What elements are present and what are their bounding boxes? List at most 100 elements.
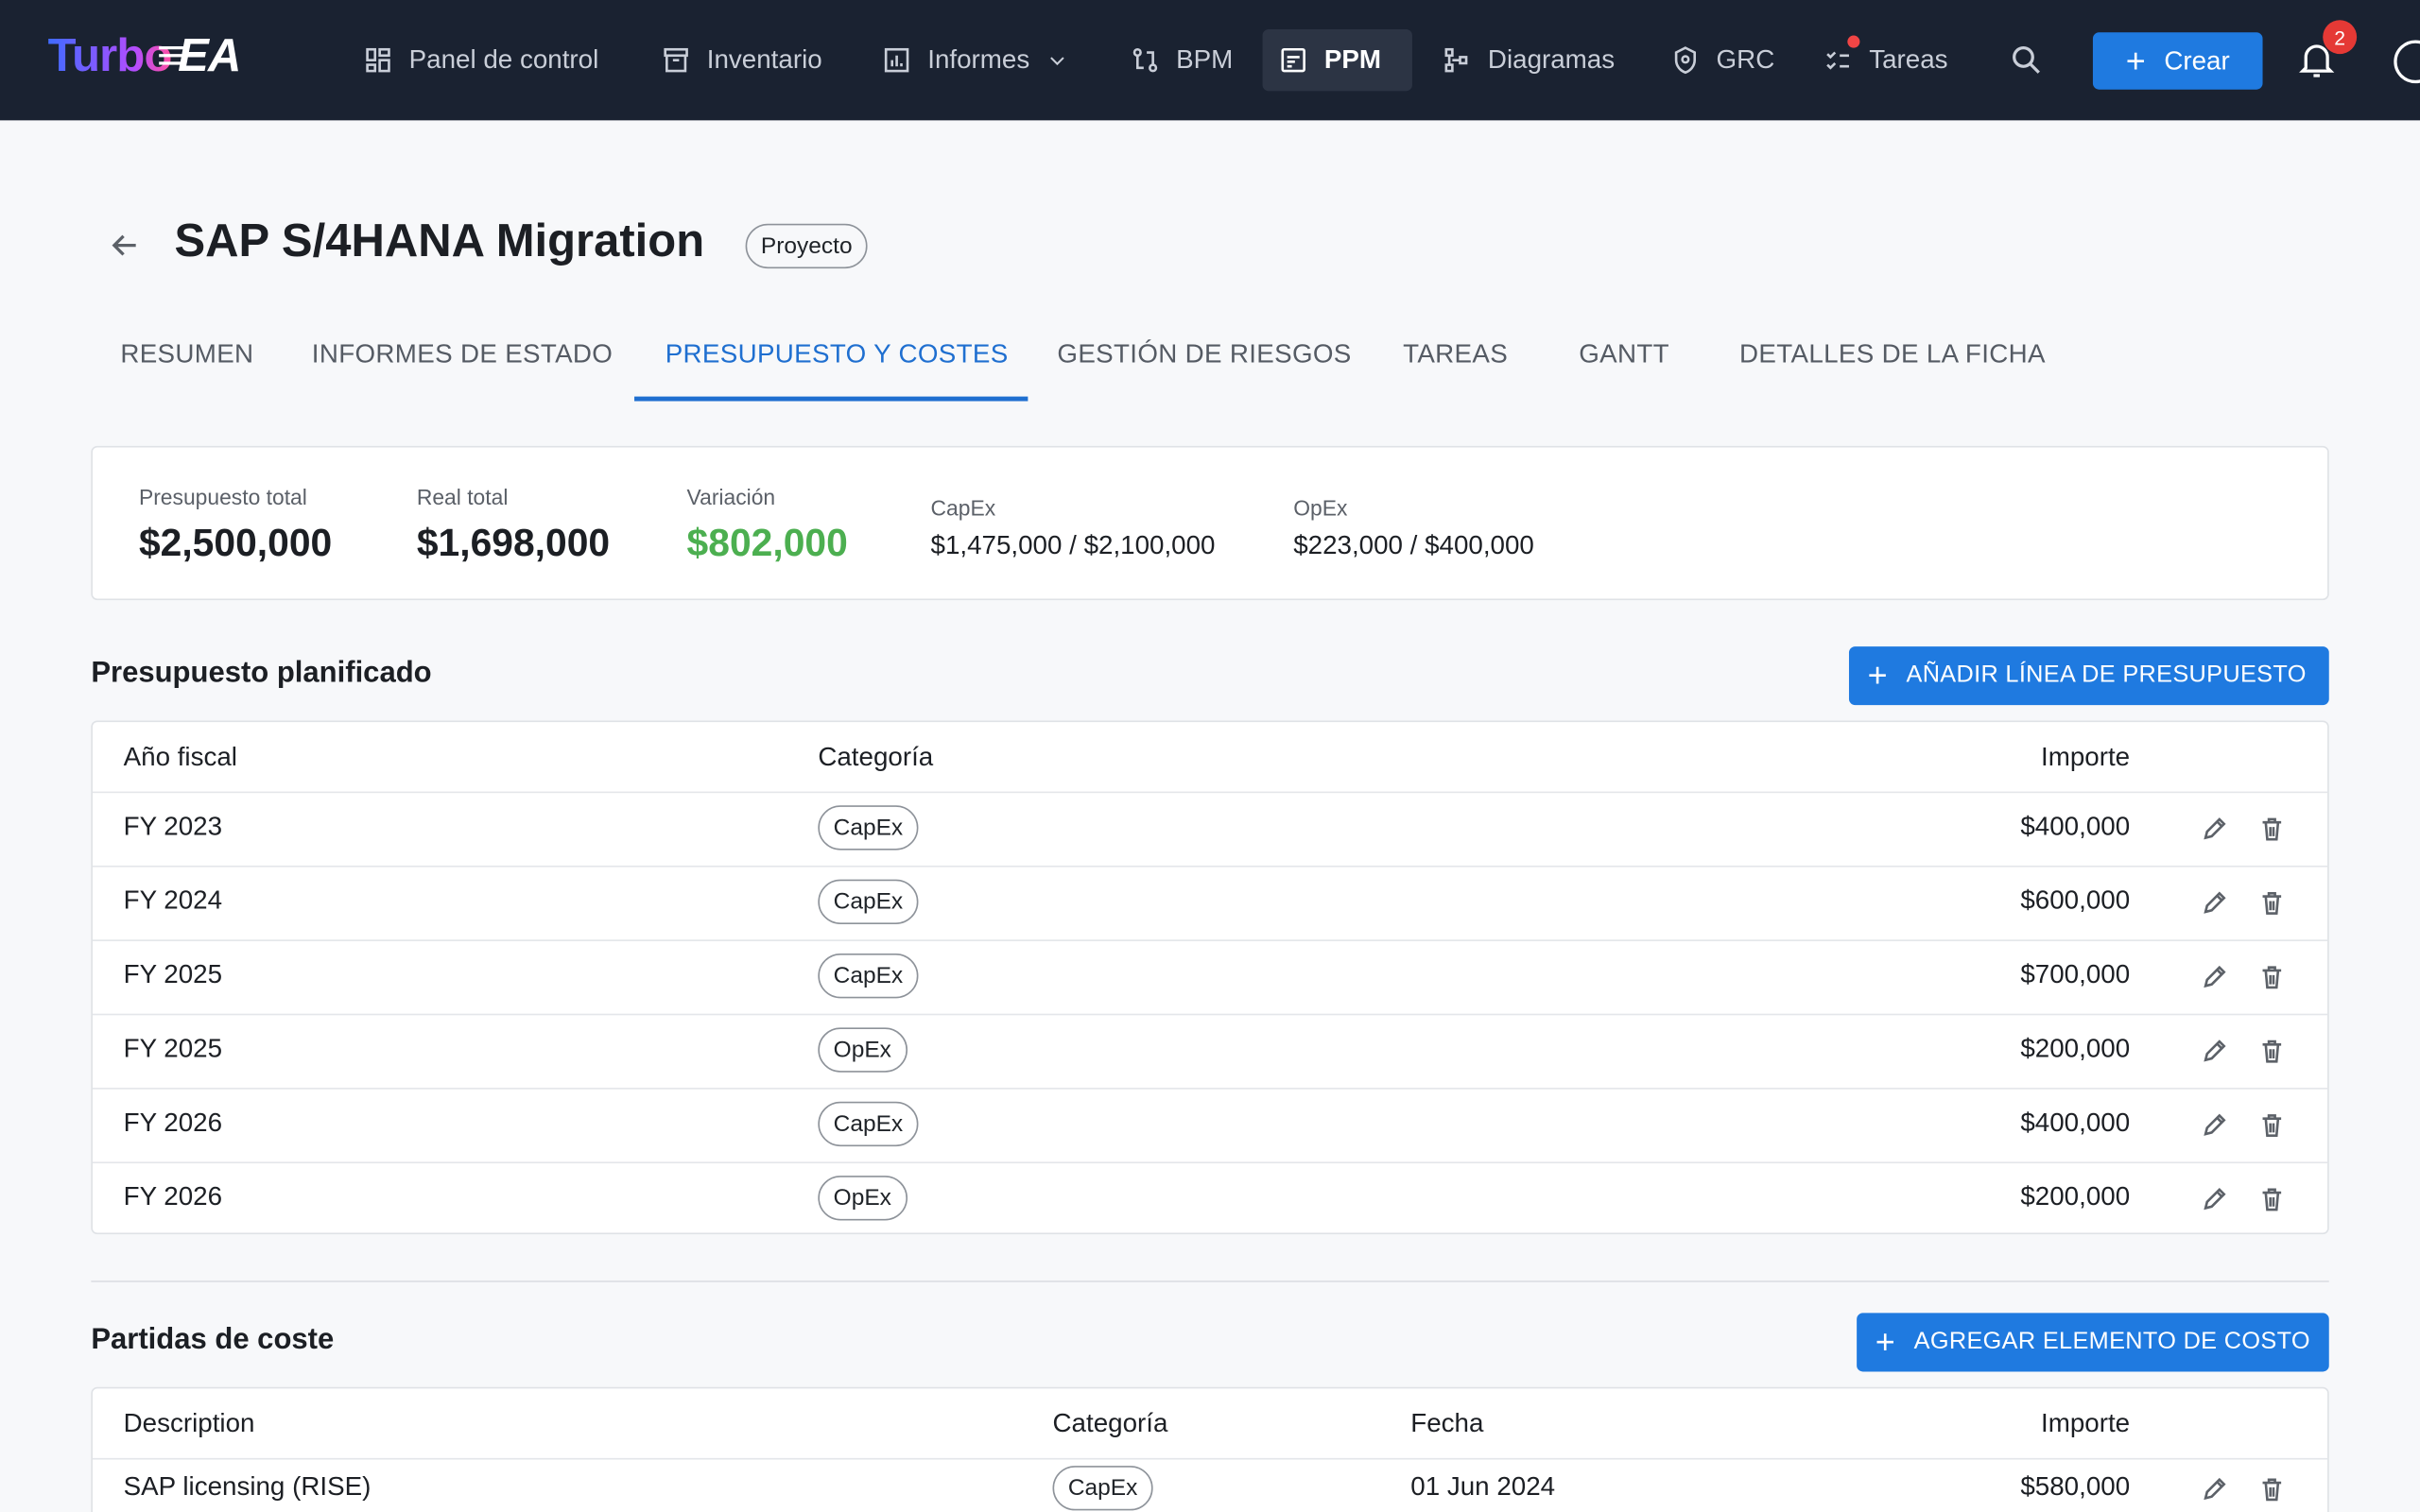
add-budget-line-label: AÑADIR LÍNEA DE PRESUPUESTO: [1906, 662, 2307, 689]
col-header-description: Description: [123, 1408, 255, 1438]
fiscal-year-cell: FY 2024: [123, 885, 223, 916]
amount-cell: $700,000: [2020, 959, 2131, 989]
col-header-date: Fecha: [1410, 1408, 1484, 1438]
create-button[interactable]: + Crear: [2092, 32, 2263, 90]
nav-inventory[interactable]: Inventario: [645, 29, 838, 91]
nav-dashboard[interactable]: Panel de control: [347, 29, 614, 91]
nav-bpm[interactable]: BPM: [1115, 29, 1249, 91]
nav-label: Informes: [927, 44, 1030, 75]
top-navbar: Turbo EA Panel de control Inventario Info…: [0, 0, 2420, 121]
col-header-amount: Importe: [2041, 742, 2131, 772]
nav-label: PPM: [1323, 44, 1382, 75]
col-header-amount: Importe: [2041, 1408, 2131, 1438]
archive-icon: [664, 47, 688, 73]
edit-icon[interactable]: [2201, 1475, 2228, 1503]
edit-icon[interactable]: [2201, 963, 2228, 990]
tasks-icon: [1826, 51, 1849, 70]
fiscal-year-cell: FY 2023: [123, 811, 223, 841]
logo[interactable]: Turbo EA: [48, 31, 242, 84]
category-chip: OpEx: [818, 1176, 908, 1221]
add-cost-item-button[interactable]: + AGREGAR ELEMENTO DE COSTO: [1857, 1313, 2329, 1372]
edit-icon[interactable]: [2201, 1111, 2228, 1139]
category-chip: CapEx: [1052, 1466, 1153, 1511]
amount-cell: $400,000: [2020, 1108, 2131, 1138]
delete-icon[interactable]: [2258, 1475, 2286, 1503]
summary-card: Presupuesto total $2,500,000 Real total …: [91, 445, 2329, 601]
col-header-category: Categoría: [1052, 1408, 1168, 1438]
avatar-icon[interactable]: [2394, 40, 2420, 84]
category-chip: OpEx: [818, 1027, 908, 1073]
edit-icon[interactable]: [2201, 815, 2228, 842]
row-divider: [92, 791, 2328, 794]
nav-label: GRC: [1716, 44, 1775, 75]
row-divider: [92, 1457, 2328, 1460]
back-arrow-icon[interactable]: [108, 230, 142, 268]
fiscal-year-cell: FY 2026: [123, 1108, 223, 1138]
nav-reports[interactable]: Informes: [866, 29, 1085, 91]
opex-value: $223,000 / $400,000: [1293, 530, 1534, 560]
chevron-down-icon: [1050, 57, 1064, 66]
active-tab-indicator: [634, 396, 1028, 402]
shield-icon: [1674, 46, 1697, 75]
delete-icon[interactable]: [2258, 888, 2286, 916]
opex-label: OpEx: [1293, 495, 1348, 521]
category-chip: CapEx: [818, 954, 919, 999]
nav-label: Tareas: [1869, 44, 1948, 75]
tab-detalles-ficha[interactable]: DETALLES DE LA FICHA: [1739, 339, 2046, 370]
col-header-year: Año fiscal: [123, 742, 237, 772]
budget-total-label: Presupuesto total: [138, 484, 307, 509]
dashboard-icon: [366, 47, 390, 73]
amount-cell: $400,000: [2020, 811, 2131, 841]
tab-presupuesto-costes[interactable]: PRESUPUESTO Y COSTES: [666, 339, 1009, 370]
fiscal-year-cell: FY 2025: [123, 959, 223, 989]
search-icon[interactable]: [2010, 43, 2044, 85]
fiscal-year-cell: FY 2026: [123, 1181, 223, 1211]
actual-total-label: Real total: [416, 484, 509, 509]
nav-diagrams[interactable]: Diagramas: [1426, 29, 1631, 91]
page-title: SAP S/4HANA Migration: [174, 215, 705, 267]
variance-label: Variación: [686, 484, 776, 509]
create-label: Crear: [2164, 45, 2230, 76]
row-divider: [92, 1088, 2328, 1090]
budget-total-value: $2,500,000: [138, 521, 333, 565]
tab-gantt[interactable]: GANTT: [1579, 339, 1669, 370]
diagram-icon: [1444, 47, 1468, 73]
edit-icon[interactable]: [2201, 1185, 2228, 1212]
category-chip: CapEx: [818, 805, 919, 850]
plus-icon: +: [2125, 41, 2146, 80]
costs-section-title: Partidas de coste: [91, 1323, 335, 1357]
delete-icon[interactable]: [2258, 815, 2286, 842]
delete-icon[interactable]: [2258, 1111, 2286, 1139]
row-divider: [92, 1161, 2328, 1164]
nav-label: Diagramas: [1487, 44, 1616, 75]
type-chip: Proyecto: [745, 223, 868, 269]
ppm-icon: [1281, 47, 1305, 73]
actual-total-value: $1,698,000: [416, 521, 611, 565]
amount-cell: $600,000: [2020, 885, 2131, 916]
nav-label: Inventario: [706, 44, 822, 75]
nav-ppm[interactable]: PPM: [1262, 29, 1412, 92]
edit-icon[interactable]: [2201, 888, 2228, 916]
date-cell: 01 Jun 2024: [1410, 1471, 1556, 1502]
delete-icon[interactable]: [2258, 963, 2286, 990]
fiscal-year-cell: FY 2025: [123, 1033, 223, 1063]
delete-icon[interactable]: [2258, 1185, 2286, 1212]
add-budget-line-button[interactable]: + AÑADIR LÍNEA DE PRESUPUESTO: [1848, 646, 2329, 706]
delete-icon[interactable]: [2258, 1037, 2286, 1064]
variance-value: $802,000: [686, 521, 848, 565]
section-divider: [91, 1280, 2329, 1282]
nav-label: BPM: [1176, 44, 1234, 75]
edit-icon[interactable]: [2201, 1037, 2228, 1064]
nav-tasks[interactable]: Tareas: [1807, 29, 1963, 91]
tab-gestion-riesgos[interactable]: GESTIÓN DE RIESGOS: [1057, 339, 1351, 370]
tab-tareas[interactable]: TAREAS: [1403, 339, 1508, 370]
amount-cell: $580,000: [2020, 1471, 2131, 1502]
category-chip: CapEx: [818, 1101, 919, 1147]
plus-icon: +: [1867, 655, 1888, 695]
tab-informes-estado[interactable]: INFORMES DE ESTADO: [312, 339, 613, 370]
bpm-icon: [1132, 47, 1158, 73]
nav-grc[interactable]: GRC: [1654, 29, 1789, 91]
tab-resumen[interactable]: RESUMEN: [120, 339, 253, 370]
amount-cell: $200,000: [2020, 1033, 2131, 1063]
capex-label: CapEx: [930, 495, 996, 521]
